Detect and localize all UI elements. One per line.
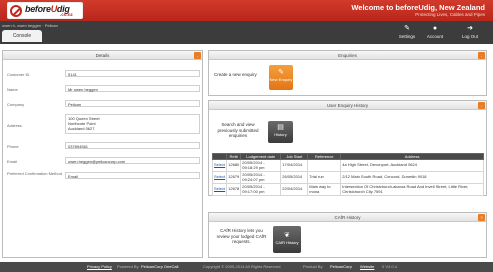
logout-button[interactable]: ➜ Log Out xyxy=(455,24,485,42)
address-cell: 2/12 Main South Road, Concord, Dunedin 9… xyxy=(340,171,484,184)
address-cell: Intersection Of Christchurch-akaroa Road… xyxy=(340,183,484,196)
new-enquiry-button[interactable]: ✎ New Enquiry xyxy=(269,65,293,90)
breadcrumb: owen h, owen heggen · Pelican xyxy=(2,23,58,28)
table-row: Select 12679 20/05/2014 - 09:24:07 pm 26… xyxy=(211,171,484,184)
email-value: owen.heggen@pelicancorp.com xyxy=(65,157,200,164)
pencil-icon: ✎ xyxy=(278,69,284,76)
powered-by-label: Powered By xyxy=(117,264,139,269)
reference-cell: Main way to mona xyxy=(307,183,342,196)
tools-icon: ✎ xyxy=(404,25,410,32)
logout-icon: ➜ xyxy=(467,25,473,32)
settings-button[interactable]: ✎ Settings xyxy=(392,24,422,42)
nav-bar: owen h, owen heggen · Pelican Console ✎ … xyxy=(0,21,493,44)
history-button[interactable]: ▤ History xyxy=(268,121,293,143)
help-icon[interactable]: ? xyxy=(478,214,485,221)
start-cell: 22/04/2014 xyxy=(280,183,309,196)
product-by-name: PelicanCorp xyxy=(330,264,352,269)
ref-cell: 12678 xyxy=(226,183,242,196)
lodged-cell: 20/05/2014 - 09:24:07 pm xyxy=(240,171,282,184)
copyright-text: Copyright © 2005-2014 All Rights Reserve… xyxy=(203,264,281,269)
phone-value: 037894561 xyxy=(65,142,200,149)
col-header-lodgement: Lodgement date xyxy=(240,153,282,160)
history-description: Search and view previously submitted enq… xyxy=(217,122,259,138)
account-button[interactable]: ● Account xyxy=(420,24,450,42)
history-table: Ref# Lodgement date Job Start Reference … xyxy=(211,153,484,196)
confirmation-method-label: Preferred Confirmation Method xyxy=(7,171,62,176)
confirmation-method-value: Email xyxy=(65,172,200,179)
address-cell: 4a High Street, Devonport, Auckland 0624 xyxy=(340,159,484,172)
ref-cell: 12679 xyxy=(226,171,242,184)
brand-logo[interactable]: beforeUdig .co.nz xyxy=(7,2,83,19)
address-value: 100 Queen Street Northcote Point Aucklan… xyxy=(65,114,200,134)
details-panel: Details - Customer ID 5141 Name Mr owen … xyxy=(2,50,203,258)
cafr-header: CAfR History ? xyxy=(209,213,486,222)
name-value: Mr owen heggen xyxy=(65,85,200,92)
lodged-cell: 20/05/2014 - 09:17:00 pm xyxy=(240,183,282,196)
select-link[interactable]: Select xyxy=(211,159,228,172)
lodged-cell: 20/05/2014 - 09:18:29 pm xyxy=(240,159,282,172)
cafr-panel: CAfR History ? CAfR History lets you rev… xyxy=(208,212,487,258)
create-enquiry-label: Create a new enquiry xyxy=(214,72,257,77)
no-dig-icon xyxy=(10,5,22,17)
tagline: Protecting Lives, Cables and Pipes xyxy=(415,12,485,17)
reference-cell xyxy=(307,159,342,172)
table-row: Select 12680 20/05/2014 - 09:18:29 pm 17… xyxy=(211,159,484,172)
website-link[interactable]: Website xyxy=(360,262,374,272)
customer-id-value: 5141 xyxy=(65,70,200,77)
enquiries-panel: Enquiries - Create a new enquiry ✎ New E… xyxy=(208,50,487,96)
select-link[interactable]: Select xyxy=(211,183,228,196)
ref-cell: 12680 xyxy=(226,159,242,172)
start-cell: 17/04/2014 xyxy=(280,159,309,172)
cafr-history-button[interactable]: ❦ CAfR History xyxy=(273,226,301,253)
email-label: Email xyxy=(7,159,18,164)
history-icon: ▤ xyxy=(277,124,284,131)
leaf-icon: ❦ xyxy=(284,232,290,239)
start-cell: 26/05/2014 xyxy=(280,171,309,184)
cafr-description: CAfR History lets you review your lodged… xyxy=(216,228,267,244)
tab-console[interactable]: Console xyxy=(2,30,42,42)
address-label: Address xyxy=(7,123,22,128)
version-text: 0 V4.0.4 xyxy=(382,264,397,269)
collapse-details-button[interactable]: - xyxy=(194,52,201,59)
phone-label: Phone xyxy=(7,144,19,149)
product-by-label: Product By xyxy=(303,264,323,269)
app-window: beforeUdig .co.nz Welcome to beforeUdig,… xyxy=(0,0,493,272)
privacy-policy-link[interactable]: Privacy Policy xyxy=(87,262,112,272)
reference-cell: Trial run xyxy=(307,171,342,184)
customer-id-label: Customer ID xyxy=(7,72,30,77)
history-header: User Enquiry History - xyxy=(209,101,486,110)
user-icon: ● xyxy=(432,25,438,32)
enquiries-header: Enquiries - xyxy=(209,51,486,60)
table-row: Select 12678 20/05/2014 - 09:17:00 pm 22… xyxy=(211,183,484,196)
select-link[interactable]: Select xyxy=(211,171,228,184)
collapse-history-button[interactable]: - xyxy=(478,102,485,109)
footer-bar: Privacy Policy Powered By PelicanCorp On… xyxy=(0,262,493,272)
company-value: Pelican xyxy=(65,100,200,107)
powered-by-name: PelicanCorp OneCall xyxy=(141,264,179,269)
logo-tld: .co.nz xyxy=(60,12,73,17)
history-panel: User Enquiry History - Search and view p… xyxy=(208,100,487,196)
welcome-title: Welcome to beforeUdig, New Zealand xyxy=(351,3,485,12)
header-bar: beforeUdig .co.nz Welcome to beforeUdig,… xyxy=(0,0,493,21)
company-label: Company xyxy=(7,102,25,107)
collapse-enquiries-button[interactable]: - xyxy=(478,52,485,59)
details-header: Details - xyxy=(3,51,202,60)
name-label: Name xyxy=(7,87,18,92)
